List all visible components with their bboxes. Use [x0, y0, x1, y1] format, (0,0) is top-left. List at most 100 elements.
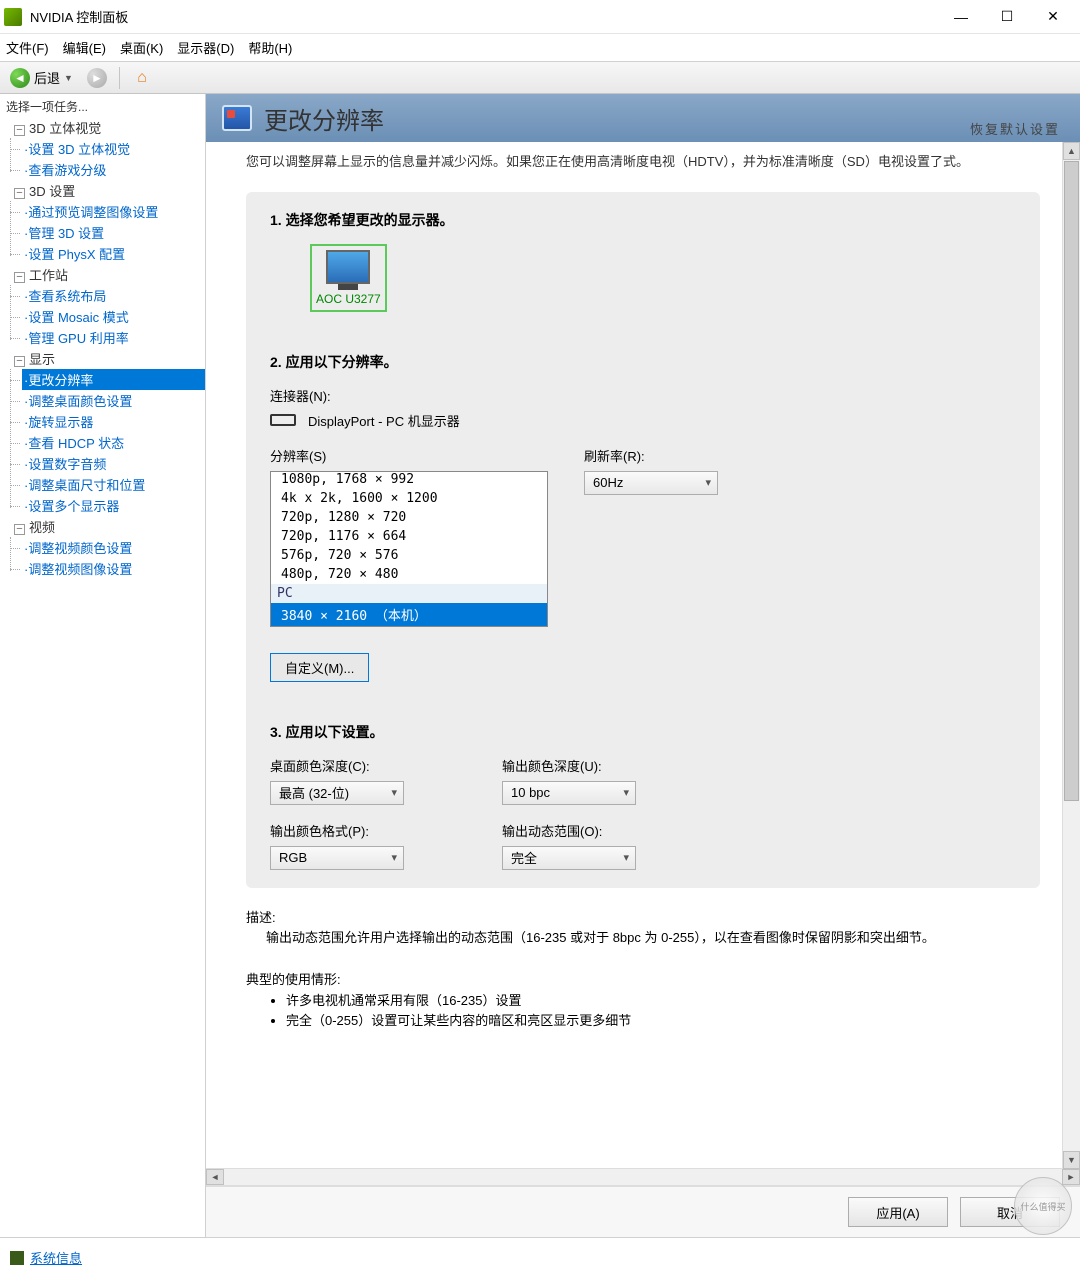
listbox-item[interactable]: 576p, 720 × 576 — [271, 546, 547, 565]
home-icon: ⌂ — [132, 68, 152, 88]
dynamic-range-combo[interactable]: 完全 — [502, 846, 636, 870]
menu-help[interactable]: 帮助(H) — [248, 38, 292, 57]
back-arrow-icon: ◄ — [10, 68, 30, 88]
listbox-item[interactable]: 720p, 1280 × 720 — [271, 508, 547, 527]
description-body: 输出动态范围允许用户选择输出的动态范围（16-235 或对于 8bpc 为 0-… — [246, 928, 1040, 949]
horizontal-scrollbar[interactable]: ◄ ► — [206, 1168, 1080, 1186]
tree-item[interactable]: ·调整桌面颜色设置 — [22, 390, 205, 411]
vscroll-thumb[interactable] — [1064, 161, 1079, 801]
color-depth-label: 桌面颜色深度(C): — [270, 756, 490, 775]
step3-title: 3. 应用以下设置。 — [270, 722, 1016, 742]
monitor-label: AOC U3277 — [316, 292, 381, 306]
connector-label: 连接器(N): — [270, 386, 1016, 405]
close-button[interactable]: ✕ — [1030, 1, 1076, 33]
watermark: 什么值得买 — [1014, 1177, 1072, 1235]
tree-item[interactable]: ·设置 Mosaic 模式 — [22, 306, 205, 327]
tree-toggle-icon[interactable]: − — [14, 356, 25, 367]
intro-text: 您可以调整屏幕上显示的信息量并减少闪烁。如果您正在使用高清晰度电视（HDTV），… — [246, 152, 1040, 172]
tree-toggle-icon[interactable]: − — [14, 524, 25, 535]
usage-title: 典型的使用情形: — [246, 970, 1040, 991]
minimize-button[interactable]: — — [938, 1, 984, 33]
system-info-link[interactable]: 系统信息 — [30, 1248, 82, 1267]
connector-value: DisplayPort - PC 机显示器 — [308, 411, 460, 430]
tree-item[interactable]: ·调整视频颜色设置 — [22, 537, 205, 558]
scroll-right-button[interactable]: ► — [1062, 1169, 1080, 1185]
listbox-item[interactable]: 3840 × 2160 （本机） — [271, 603, 547, 626]
back-button[interactable]: ◄ 后退 ▼ — [4, 65, 79, 91]
forward-arrow-icon: ► — [87, 68, 107, 88]
home-button[interactable]: ⌂ — [126, 65, 158, 91]
tree-item[interactable]: ·查看系统布局 — [22, 285, 205, 306]
monitor-item[interactable]: AOC U3277 — [310, 244, 387, 312]
apply-button[interactable]: 应用(A) — [848, 1197, 948, 1227]
tree-toggle-icon[interactable]: − — [14, 125, 25, 136]
task-tree[interactable]: 选择一项任务... −3D 立体视觉·设置 3D 立体视觉·查看游戏分级−3D … — [0, 94, 206, 1237]
listbox-item[interactable]: 720p, 1176 × 664 — [271, 527, 547, 546]
tree-item[interactable]: ·管理 3D 设置 — [22, 222, 205, 243]
menu-edit[interactable]: 编辑(E) — [63, 38, 106, 57]
monitor-icon — [326, 250, 370, 284]
resolution-listbox[interactable]: 1080p, 1768 × 9924k x 2k, 1600 × 1200720… — [270, 471, 548, 627]
page-header: 更改分辨率 恢复默认设置 — [206, 94, 1080, 142]
menu-file[interactable]: 文件(F) — [6, 38, 49, 57]
listbox-item[interactable]: 1080p, 1768 × 992 — [271, 471, 547, 489]
vertical-scrollbar[interactable]: ▲ ▼ — [1062, 142, 1080, 1169]
tree-item[interactable]: ·旋转显示器 — [22, 411, 205, 432]
tree-category[interactable]: 视频 — [29, 520, 55, 535]
back-dropdown-icon[interactable]: ▼ — [64, 73, 73, 83]
tree-item[interactable]: ·更改分辨率 — [22, 369, 205, 390]
action-buttons: 应用(A) 取消 — [206, 1186, 1080, 1237]
forward-button[interactable]: ► — [81, 65, 113, 91]
restore-defaults-link[interactable]: 恢复默认设置 — [970, 119, 1060, 138]
toolbar-separator — [119, 67, 120, 89]
toolbar: ◄ 后退 ▼ ► ⌂ — [0, 62, 1080, 94]
tree-item[interactable]: ·调整桌面尺寸和位置 — [22, 474, 205, 495]
tree-item[interactable]: ·设置 PhysX 配置 — [22, 243, 205, 264]
resolution-label: 分辨率(S) — [270, 446, 548, 465]
vscroll-track[interactable] — [1063, 802, 1080, 1151]
displayport-icon — [270, 414, 296, 426]
menubar: 文件(F) 编辑(E) 桌面(K) 显示器(D) 帮助(H) — [0, 34, 1080, 62]
tree-toggle-icon[interactable]: − — [14, 188, 25, 199]
sysinfo-icon — [10, 1251, 24, 1265]
settings-panel: 1. 选择您希望更改的显示器。 AOC U3277 2. 应用以下分辨率。 连接… — [246, 192, 1040, 888]
maximize-button[interactable]: ☐ — [984, 1, 1030, 33]
page-header-icon — [222, 105, 252, 131]
usage-item: 完全（0-255）设置可让某些内容的暗区和亮区显示更多细节 — [286, 1011, 1040, 1032]
tree-header: 选择一项任务... — [0, 96, 205, 117]
tree-toggle-icon[interactable]: − — [14, 272, 25, 283]
color-depth-combo[interactable]: 最高 (32-位) — [270, 781, 404, 805]
tree-category[interactable]: 显示 — [29, 352, 55, 367]
custom-resolution-button[interactable]: 自定义(M)... — [270, 653, 369, 682]
scroll-left-button[interactable]: ◄ — [206, 1169, 224, 1185]
tree-item[interactable]: ·查看 HDCP 状态 — [22, 432, 205, 453]
listbox-item[interactable]: 480p, 720 × 480 — [271, 565, 547, 584]
content-panel: 更改分辨率 恢复默认设置 您可以调整屏幕上显示的信息量并减少闪烁。如果您正在使用… — [206, 94, 1080, 1237]
tree-category[interactable]: 工作站 — [29, 268, 68, 283]
tree-item[interactable]: ·管理 GPU 利用率 — [22, 327, 205, 348]
tree-item[interactable]: ·查看游戏分级 — [22, 159, 205, 180]
step2-title: 2. 应用以下分辨率。 — [270, 352, 1016, 372]
usage-item: 许多电视机通常采用有限（16-235）设置 — [286, 991, 1040, 1012]
window-title: NVIDIA 控制面板 — [30, 7, 938, 26]
tree-category[interactable]: 3D 立体视觉 — [29, 121, 101, 136]
refresh-rate-combo[interactable]: 60Hz — [584, 471, 718, 495]
scroll-down-button[interactable]: ▼ — [1063, 1151, 1080, 1169]
menu-display[interactable]: 显示器(D) — [177, 38, 234, 57]
scroll-area[interactable]: 您可以调整屏幕上显示的信息量并减少闪烁。如果您正在使用高清晰度电视（HDTV），… — [206, 142, 1080, 1168]
tree-item[interactable]: ·设置多个显示器 — [22, 495, 205, 516]
listbox-group: PC — [271, 584, 547, 603]
tree-item[interactable]: ·设置数字音频 — [22, 453, 205, 474]
back-label: 后退 — [34, 68, 60, 87]
tree-item[interactable]: ·设置 3D 立体视觉 — [22, 138, 205, 159]
dynamic-range-label: 输出动态范围(O): — [502, 821, 722, 840]
listbox-item[interactable]: 4k x 2k, 1600 × 1200 — [271, 489, 547, 508]
output-depth-combo[interactable]: 10 bpc — [502, 781, 636, 805]
scroll-up-button[interactable]: ▲ — [1063, 142, 1080, 160]
color-format-combo[interactable]: RGB — [270, 846, 404, 870]
tree-item[interactable]: ·调整视频图像设置 — [22, 558, 205, 579]
tree-item[interactable]: ·通过预览调整图像设置 — [22, 201, 205, 222]
output-depth-label: 输出颜色深度(U): — [502, 756, 722, 775]
tree-category[interactable]: 3D 设置 — [29, 184, 75, 199]
menu-desktop[interactable]: 桌面(K) — [120, 38, 163, 57]
